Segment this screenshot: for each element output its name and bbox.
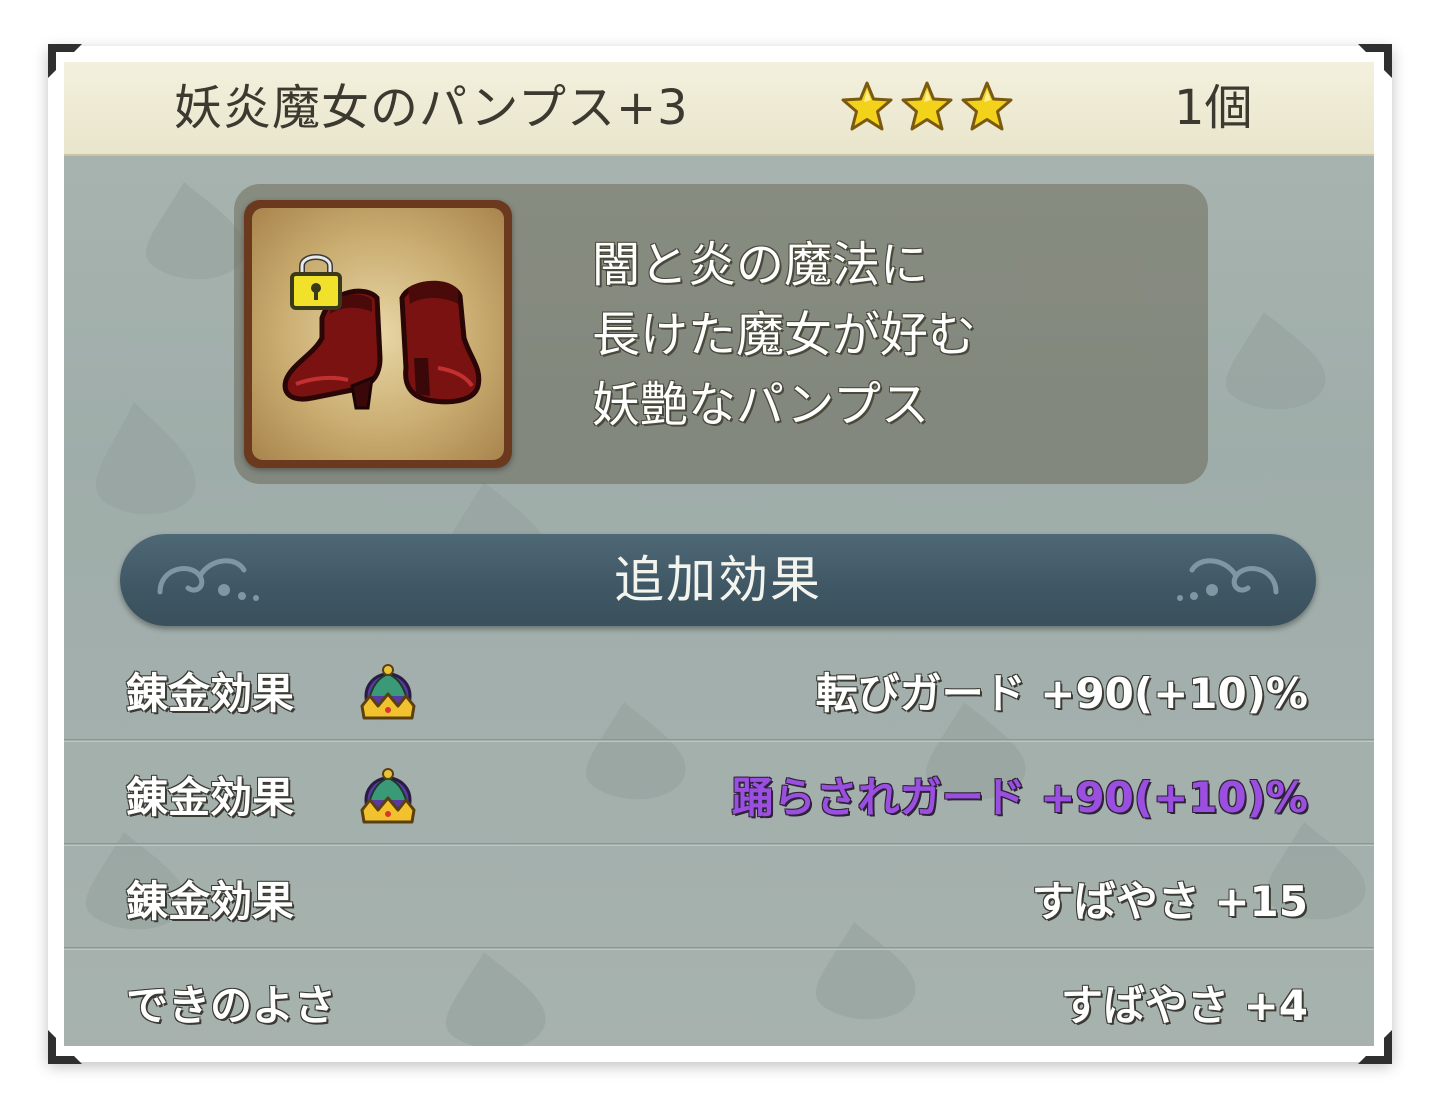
row-divider	[64, 739, 1374, 742]
description-line: 妖艶なパンプス	[592, 377, 929, 433]
star-icon	[961, 81, 1013, 131]
section-title: 追加効果	[614, 551, 822, 609]
effect-row: できのよさ すばやさ +4	[64, 954, 1374, 1046]
star-icon	[841, 81, 893, 131]
effect-label: できのよさ	[126, 981, 337, 1030]
red-pumps-icon	[282, 280, 482, 410]
effect-value: 転びガード +90(+10)%	[815, 669, 1308, 718]
flourish-ornament	[1166, 548, 1296, 612]
item-name: 妖炎魔女のパンプス+3	[174, 80, 689, 136]
description-line: 長けた魔女が好む	[592, 307, 977, 363]
lock-icon	[290, 254, 342, 310]
effect-label: 錬金効果	[126, 877, 295, 926]
effect-value: すばやさ +15	[1031, 877, 1308, 926]
crown-icon	[356, 766, 420, 830]
item-description: 闇と炎の魔法に 長けた魔女が好む 妖艶なパンプス	[592, 230, 1192, 440]
crown-icon	[356, 662, 420, 726]
effect-value: すばやさ +4	[1060, 981, 1308, 1030]
item-quantity: 1個	[1174, 80, 1253, 136]
effect-row: 錬金効果 すばやさ +15	[64, 850, 1374, 954]
item-icon-background	[252, 208, 504, 460]
item-icon-slot[interactable]	[244, 200, 512, 468]
effect-row: 錬金効果 転びガード +90(+10)%	[64, 642, 1374, 746]
effect-label: 錬金効果	[126, 669, 295, 718]
row-divider	[64, 843, 1374, 846]
star-icon	[901, 81, 953, 131]
additional-effects-header: 追加効果	[120, 534, 1316, 626]
item-detail-panel: 妖炎魔女のパンプス+3 1個 闇と炎の魔法に 長けた魔女が好む 妖艶なパンプス …	[64, 62, 1374, 1046]
effect-label: 錬金効果	[126, 773, 295, 822]
effect-value-highlighted: 踊らされガード +90(+10)%	[731, 773, 1308, 822]
row-divider	[64, 947, 1374, 950]
effect-row: 錬金効果 踊らされガード +90(+10)%	[64, 746, 1374, 850]
rarity-stars	[840, 80, 1014, 136]
item-title-bar: 妖炎魔女のパンプス+3 1個	[64, 62, 1374, 156]
description-line: 闇と炎の魔法に	[592, 237, 929, 293]
